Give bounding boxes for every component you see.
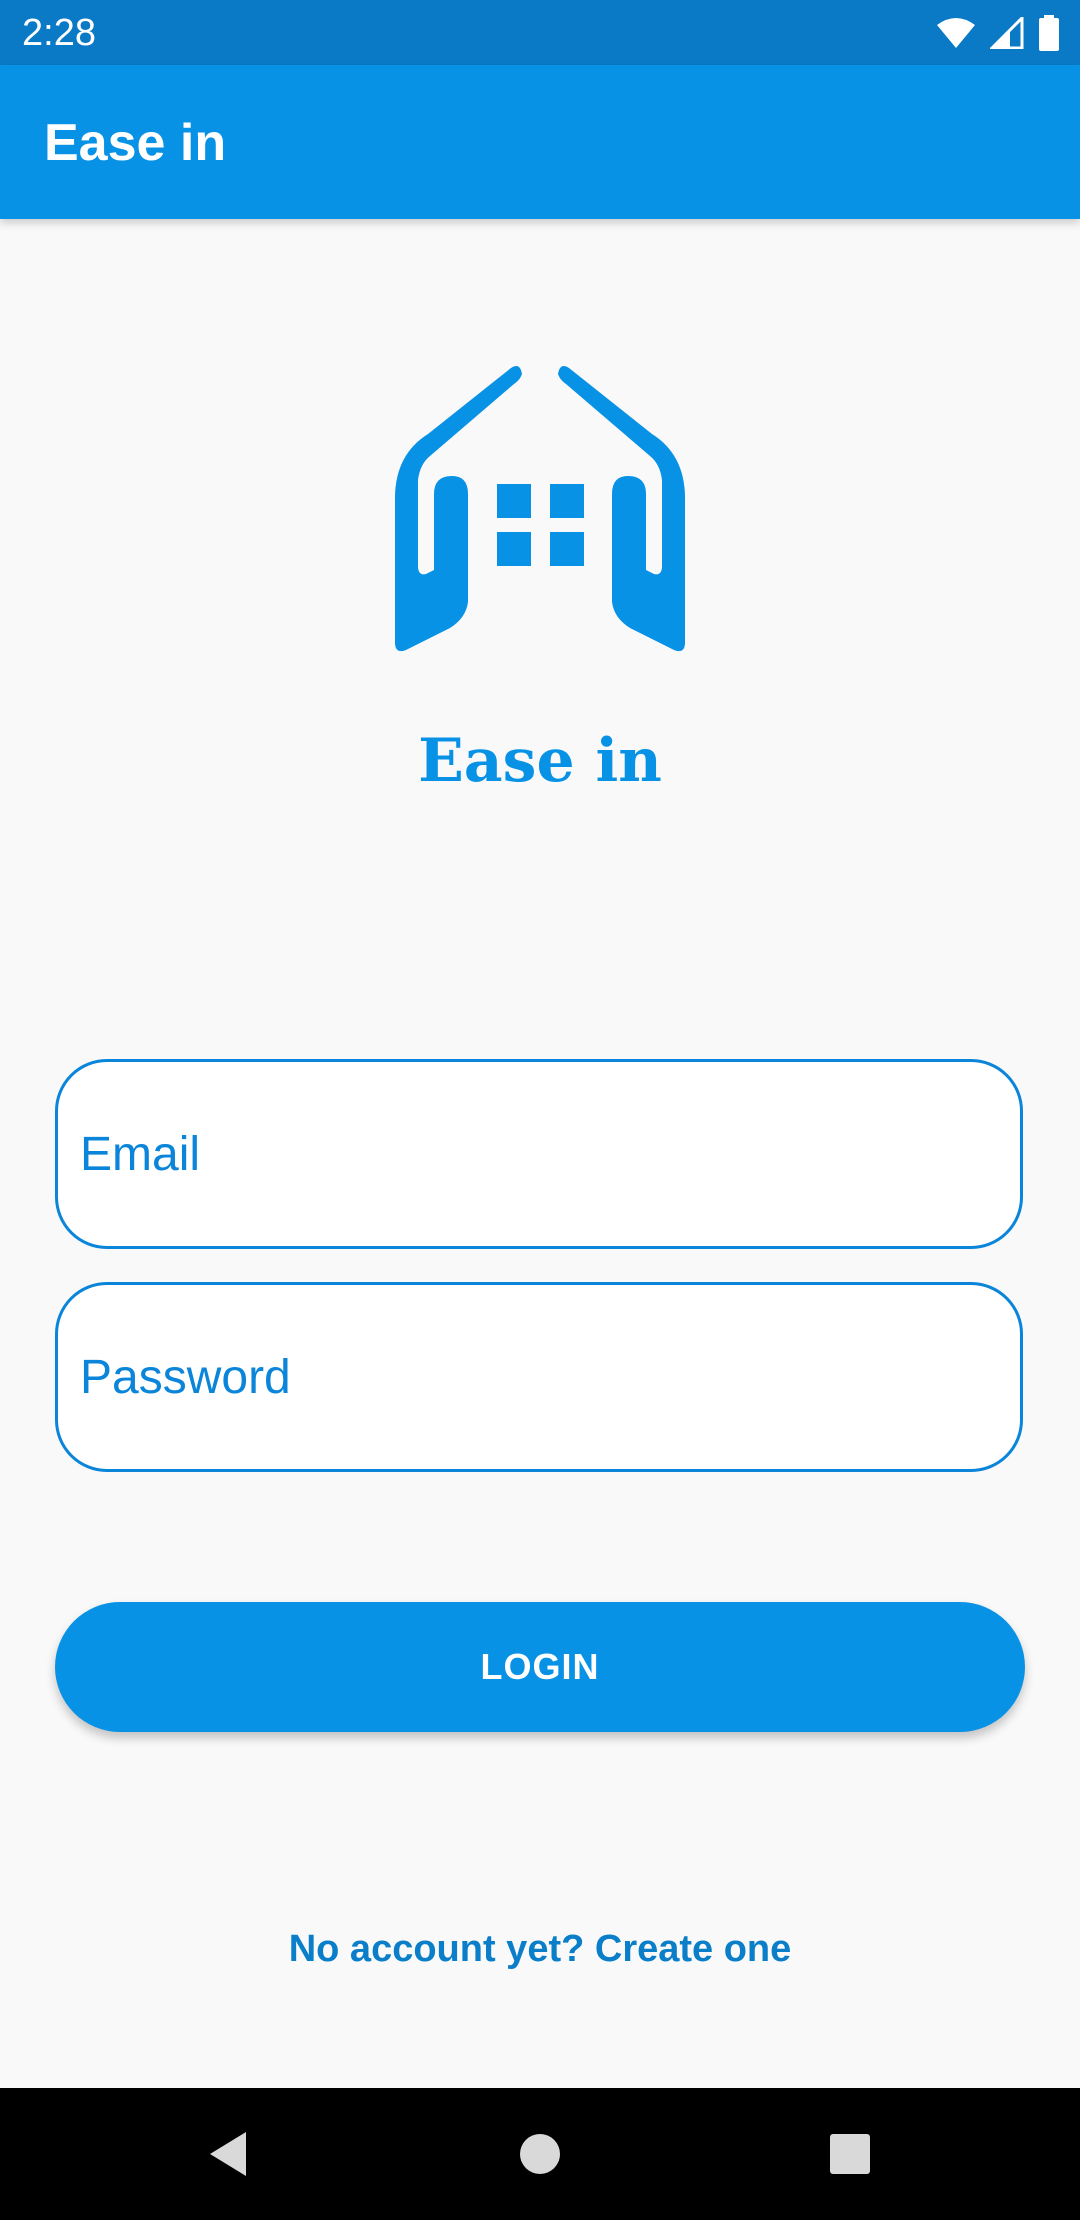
house-logo-icon	[370, 362, 710, 652]
battery-icon	[1038, 15, 1060, 51]
app-bar: Ease in	[0, 65, 1080, 219]
home-icon[interactable]	[510, 2124, 570, 2184]
recents-icon[interactable]	[820, 2124, 880, 2184]
logo-title: Ease in	[418, 726, 662, 796]
status-icons	[936, 14, 1060, 52]
email-input[interactable]	[80, 1062, 980, 1246]
wifi-icon	[936, 17, 976, 49]
navigation-bar	[0, 2088, 1080, 2220]
password-field[interactable]	[55, 1282, 1023, 1472]
email-field[interactable]	[55, 1059, 1023, 1249]
status-bar: 2:28	[0, 0, 1080, 65]
signal-icon	[990, 17, 1024, 49]
back-icon[interactable]	[198, 2124, 258, 2184]
status-time: 2:28	[22, 12, 96, 54]
login-screen: 2:28 Ease in Ease in Email LOGIN No acco…	[0, 0, 1080, 2220]
create-account-link[interactable]: No account yet? Create one	[0, 1926, 1080, 1972]
login-button[interactable]: LOGIN	[55, 1602, 1025, 1732]
app-bar-title: Ease in	[44, 114, 227, 172]
password-input[interactable]	[80, 1285, 980, 1469]
